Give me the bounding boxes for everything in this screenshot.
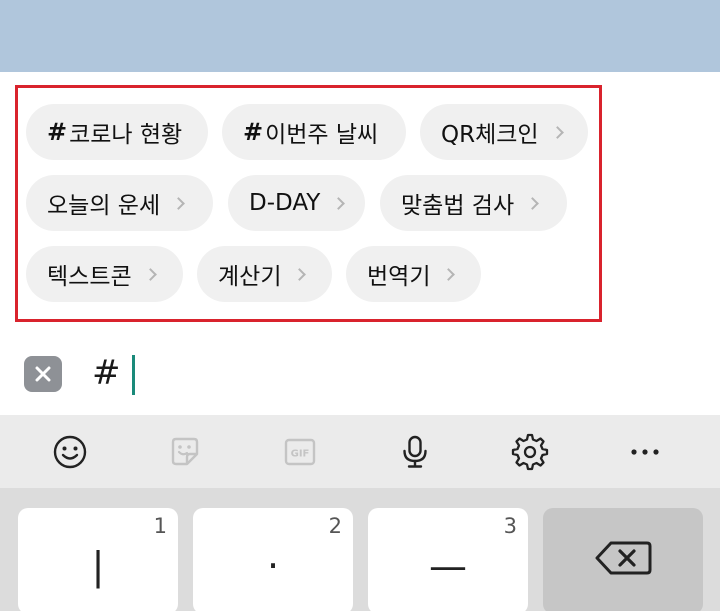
sticker-icon: [171, 437, 198, 465]
close-icon: [35, 366, 51, 382]
chevron-right-icon: [143, 267, 157, 281]
chip-label: 계산기: [218, 264, 282, 290]
chip-textcon[interactable]: 텍스트콘: [26, 246, 183, 302]
more-button[interactable]: [615, 422, 675, 482]
chip-label: 이번주 날씨: [265, 122, 379, 148]
settings-button[interactable]: [500, 422, 560, 482]
backspace-key[interactable]: [543, 508, 703, 611]
message-input[interactable]: #: [92, 352, 121, 394]
key-number: 2: [328, 514, 342, 538]
chip-translator[interactable]: 번역기: [346, 246, 481, 302]
gif-icon: GIF: [284, 438, 315, 465]
chip-label: D-DAY: [249, 190, 321, 216]
key-glyph: |: [91, 544, 105, 588]
key-glyph: —: [429, 544, 467, 588]
chevron-right-icon: [526, 196, 539, 210]
chip-calculator[interactable]: 계산기: [197, 246, 332, 302]
chip-label: 오늘의 운세: [47, 193, 161, 219]
key-1[interactable]: 1 |: [18, 508, 178, 611]
chevron-right-icon: [293, 267, 307, 281]
key-3[interactable]: 3 —: [368, 508, 528, 611]
message-input-row: #: [0, 342, 720, 415]
chip-dday[interactable]: D-DAY: [228, 175, 365, 231]
chip-label: 텍스트콘: [47, 264, 132, 290]
suggestion-panel: # 코로나 현황 # 이번주 날씨 QR체크인 오늘의 운세 D-DAY 맞춤법…: [0, 72, 720, 342]
chip-label: 맞춤법 검사: [401, 193, 515, 219]
emoji-button[interactable]: [40, 422, 100, 482]
sticker-button[interactable]: [155, 422, 215, 482]
microphone-icon: [402, 435, 427, 468]
chip-spell-check[interactable]: 맞춤법 검사: [380, 175, 567, 231]
chip-label: 번역기: [367, 264, 431, 290]
chevron-right-icon: [332, 196, 346, 210]
more-icon: [630, 448, 659, 455]
chip-label: QR체크인: [441, 122, 539, 148]
chip-weekly-weather[interactable]: # 이번주 날씨: [222, 104, 406, 160]
gif-label: GIF: [290, 448, 309, 459]
chevron-right-icon: [550, 125, 564, 139]
hash-icon: #: [243, 118, 264, 146]
clear-button[interactable]: [24, 356, 62, 392]
key-2[interactable]: 2 ·: [193, 508, 353, 611]
chevron-right-icon: [442, 267, 456, 281]
key-number: 3: [503, 514, 517, 538]
text-caret: [132, 355, 135, 395]
key-glyph: ·: [266, 544, 280, 588]
voice-input-button[interactable]: [385, 422, 445, 482]
chip-label: 코로나 현황: [69, 122, 183, 148]
backspace-icon: [595, 541, 652, 575]
keyboard-toolbar: GIF: [0, 415, 720, 488]
chevron-right-icon: [172, 196, 185, 210]
chip-qr-checkin[interactable]: QR체크인: [420, 104, 588, 160]
hash-icon: #: [47, 118, 68, 146]
keyboard: 1 | 2 · 3 —: [0, 488, 720, 611]
gif-button[interactable]: GIF: [270, 422, 330, 482]
chip-corona-status[interactable]: # 코로나 현황: [26, 104, 208, 160]
chip-fortune[interactable]: 오늘의 운세: [26, 175, 213, 231]
emoji-icon: [53, 435, 86, 468]
settings-icon: [511, 433, 548, 470]
key-number: 1: [153, 514, 167, 538]
chat-background: [0, 0, 720, 72]
